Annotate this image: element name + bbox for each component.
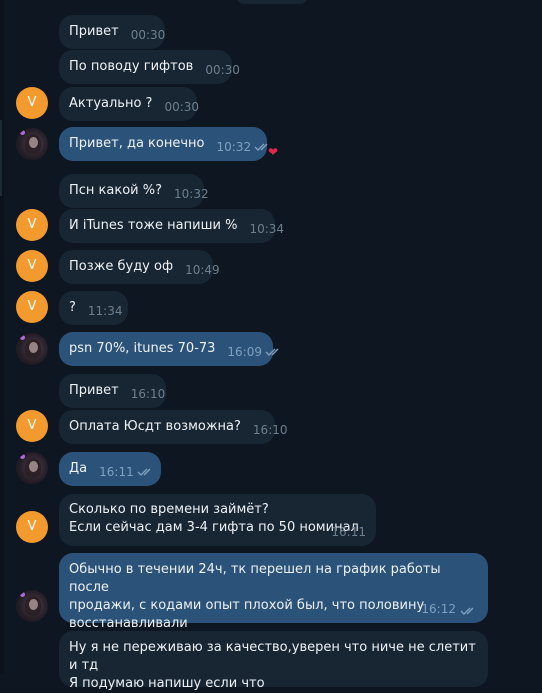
contact-avatar[interactable]: V bbox=[16, 511, 48, 543]
message-text-line: продажи, с кодами опыт плохой был, что п… bbox=[69, 598, 425, 613]
message-bubble[interactable]: Привет 00:30 bbox=[59, 15, 165, 49]
message-text: И iTunes тоже напиши % bbox=[69, 218, 238, 233]
contact-avatar[interactable]: V bbox=[16, 250, 48, 282]
read-ticks-icon bbox=[137, 467, 155, 477]
selection-mark bbox=[0, 120, 2, 196]
contact-avatar[interactable]: V bbox=[16, 291, 48, 323]
message-time: 16:11 bbox=[331, 525, 366, 539]
message-time: 16:12 bbox=[421, 602, 456, 616]
message-text: Позже буду оф bbox=[69, 259, 174, 274]
message-text: Привет, да конечно bbox=[69, 136, 205, 151]
message-bubble[interactable]: Оплата Юсдт возможна? 16:10 bbox=[59, 410, 288, 444]
message-text: Да bbox=[69, 461, 88, 476]
message-time: 00:30 bbox=[205, 63, 240, 77]
message-time: 10:32 bbox=[216, 140, 252, 154]
message-bubble[interactable]: Актуально ? 00:30 bbox=[59, 87, 200, 121]
message-text: Псн какой %? bbox=[69, 183, 163, 198]
left-edge bbox=[0, 0, 4, 674]
message-text-line: Ну я не переживаю за качество,уверен что… bbox=[69, 640, 476, 673]
message-time: 16:11 bbox=[99, 465, 134, 479]
message-text-line: Я подумаю напишу если что bbox=[69, 676, 265, 691]
message-text: psn 70%, itunes 70-73 bbox=[69, 341, 216, 356]
heart-reaction-icon[interactable]: ❤ bbox=[268, 145, 278, 159]
message-time: 16:10 bbox=[130, 387, 166, 401]
message-time: 10:49 bbox=[185, 263, 220, 277]
message-time: 00:30 bbox=[164, 100, 200, 114]
message-text-line: Сколько по времени займёт? bbox=[69, 502, 269, 517]
message-text: По поводу гифтов bbox=[69, 59, 194, 74]
message-text: Привет bbox=[69, 383, 119, 398]
contact-avatar[interactable]: V bbox=[16, 410, 48, 442]
message-bubble[interactable]: Да 16:11 bbox=[59, 452, 161, 486]
message-text-line: Если сейчас дам 3-4 гифта по 50 номинал bbox=[69, 520, 359, 535]
message-text-line: Обычно в течении 24ч, тк перешел на граф… bbox=[69, 562, 441, 595]
message-bubble[interactable]: Ну я не переживаю за качество,уверен что… bbox=[59, 631, 488, 691]
previous-message-bubble bbox=[236, 0, 308, 4]
message-text: Привет bbox=[69, 24, 119, 39]
message-bubble[interactable]: ? 11:34 bbox=[59, 291, 128, 325]
message-time: 00:30 bbox=[130, 28, 166, 42]
message-time: 11:34 bbox=[87, 304, 123, 318]
user-avatar[interactable] bbox=[16, 590, 48, 622]
contact-avatar[interactable]: V bbox=[16, 209, 48, 241]
message-text: ? bbox=[69, 300, 76, 315]
message-text: Актуально ? bbox=[69, 96, 153, 111]
message-time: 16:09 bbox=[227, 345, 263, 359]
user-avatar[interactable] bbox=[16, 452, 48, 484]
message-bubble[interactable]: Псн какой %? 10:32 bbox=[59, 174, 209, 208]
message-text: Оплата Юсдт возможна? bbox=[69, 419, 241, 434]
message-bubble[interactable]: psn 70%, itunes 70-73 16:09 bbox=[59, 332, 279, 366]
message-bubble[interactable]: Сколько по времени займёт? Если сейчас д… bbox=[59, 494, 376, 546]
message-time: 10:32 bbox=[174, 187, 209, 201]
message-bubble[interactable]: Обычно в течении 24ч, тк перешел на граф… bbox=[59, 553, 488, 631]
message-bubble[interactable]: Позже буду оф 10:49 bbox=[59, 250, 220, 284]
read-ticks-icon bbox=[460, 606, 478, 616]
user-avatar[interactable] bbox=[16, 128, 48, 160]
message-time: 16:10 bbox=[252, 423, 288, 437]
message-bubble[interactable]: Привет 16:10 bbox=[59, 374, 166, 408]
read-ticks-icon bbox=[265, 347, 283, 357]
message-time: 10:34 bbox=[249, 222, 285, 236]
message-bubble[interactable]: И iTunes тоже напиши % 10:34 bbox=[59, 209, 284, 243]
user-avatar[interactable] bbox=[16, 333, 48, 365]
message-bubble[interactable]: По поводу гифтов 00:30 bbox=[59, 50, 240, 84]
contact-avatar[interactable]: V bbox=[16, 87, 48, 119]
message-bubble[interactable]: Привет, да конечно 10:32 bbox=[59, 127, 268, 161]
